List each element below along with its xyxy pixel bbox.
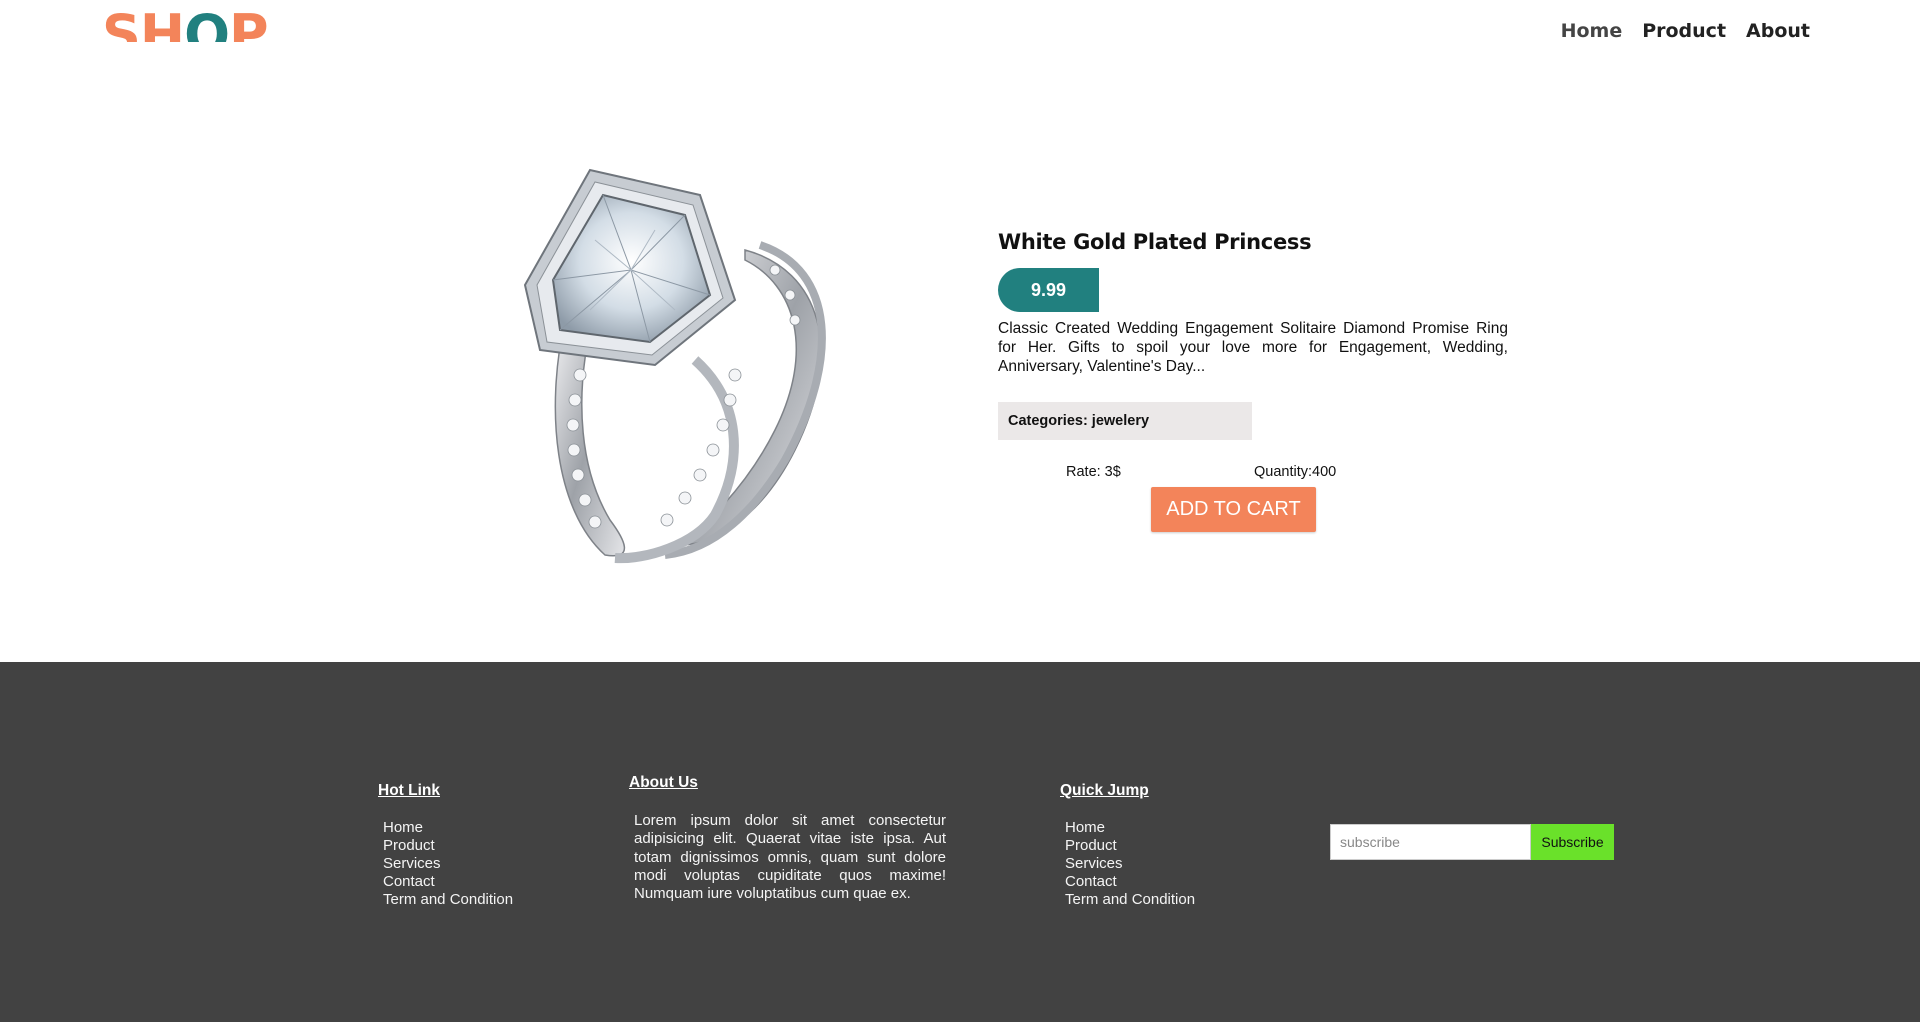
- product-meta: Rate: 3$ Quantity:400: [998, 464, 1508, 488]
- quick-jump-product[interactable]: Product: [1065, 837, 1195, 855]
- quick-jump-list: Home Product Services Contact Term and C…: [1060, 819, 1195, 909]
- hot-link-contact[interactable]: Contact: [383, 873, 513, 891]
- rate-text: Rate: 3$: [1066, 464, 1121, 480]
- price-badge: 9.99: [998, 268, 1099, 312]
- product-image: [495, 160, 840, 565]
- quick-jump-contact[interactable]: Contact: [1065, 873, 1195, 891]
- subscribe-input[interactable]: [1330, 824, 1531, 860]
- add-to-cart-button[interactable]: ADD TO CART: [1151, 487, 1316, 532]
- diamond-ring-image: [523, 168, 826, 564]
- about-text: Lorem ipsum dolor sit amet consectetur a…: [634, 812, 946, 903]
- subscribe-button[interactable]: Subscribe: [1531, 824, 1614, 860]
- nav-product-link[interactable]: Product: [1642, 20, 1726, 42]
- product-info: White Gold Plated Princess 9.99 Classic …: [998, 230, 1508, 532]
- category-label: Categories: jewelery: [998, 402, 1252, 440]
- hot-link-product[interactable]: Product: [383, 837, 513, 855]
- product-description: Classic Created Wedding Engagement Solit…: [998, 320, 1508, 375]
- site-footer: Hot Link Home Product Services Contact T…: [0, 662, 1920, 1022]
- product-title: White Gold Plated Princess: [998, 230, 1312, 254]
- subscribe-form: Subscribe: [1330, 824, 1614, 860]
- quantity-text: Quantity:400: [1254, 464, 1337, 480]
- hot-link-terms[interactable]: Term and Condition: [383, 891, 513, 909]
- quick-jump-heading: Quick Jump: [1060, 782, 1149, 799]
- quick-jump-terms[interactable]: Term and Condition: [1065, 891, 1195, 909]
- quick-jump-home[interactable]: Home: [1065, 819, 1195, 837]
- main-nav: Home Product About: [1561, 20, 1810, 42]
- about-section: About Us Lorem ipsum dolor sit amet cons…: [629, 774, 946, 903]
- hot-link-heading: Hot Link: [378, 782, 440, 799]
- hot-link-services[interactable]: Services: [383, 855, 513, 873]
- hot-link-home[interactable]: Home: [383, 819, 513, 837]
- about-heading: About Us: [629, 774, 698, 791]
- hot-link-section: Hot Link Home Product Services Contact T…: [378, 782, 513, 909]
- quick-jump-section: Quick Jump Home Product Services Contact…: [1060, 782, 1195, 909]
- hot-link-list: Home Product Services Contact Term and C…: [378, 819, 513, 909]
- site-header: SHOP Home Product About: [0, 0, 1920, 70]
- nav-about-link[interactable]: About: [1746, 20, 1810, 42]
- nav-home-link[interactable]: Home: [1561, 20, 1623, 42]
- quick-jump-services[interactable]: Services: [1065, 855, 1195, 873]
- shop-logo[interactable]: SHOP: [102, 0, 272, 43]
